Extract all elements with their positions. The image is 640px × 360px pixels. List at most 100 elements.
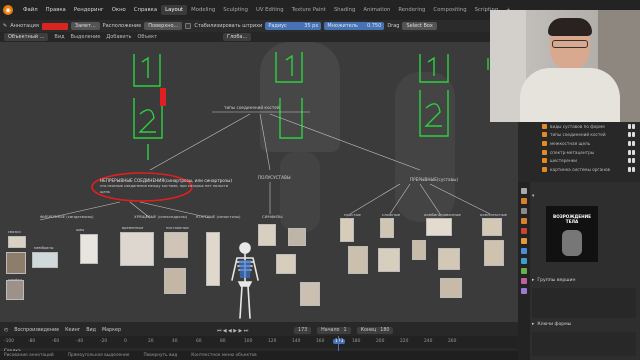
vertex-groups-header[interactable]: ▸ Группы вершин xyxy=(532,278,576,283)
sub-complex: сложные xyxy=(382,212,401,217)
menu-edit[interactable]: Правка xyxy=(42,7,70,13)
image-thumbnail[interactable] xyxy=(378,248,400,272)
outliner-row[interactable]: межкостная щель xyxy=(518,139,640,148)
blender-logo-icon[interactable]: ◉ xyxy=(3,5,13,15)
outliner-row[interactable]: шестеренки xyxy=(518,156,640,165)
image-thumbnail[interactable] xyxy=(6,252,26,274)
sub-complex-2: комплексные xyxy=(480,212,507,217)
radius-slider[interactable]: Радиус 35 px xyxy=(265,22,322,30)
tab-compositing[interactable]: Compositing xyxy=(429,5,470,15)
image-thumbnail[interactable] xyxy=(206,232,220,286)
image-thumbnail[interactable] xyxy=(32,252,58,268)
image-thumbnail[interactable] xyxy=(80,234,98,264)
shape-keys-header[interactable]: ▸ Ключи формы xyxy=(532,322,571,327)
menu-select[interactable]: Выделение xyxy=(71,34,101,40)
object-tab-icon[interactable] xyxy=(521,238,527,244)
image-thumbnail[interactable] xyxy=(300,282,320,306)
timeline-editor-icon[interactable]: ◴ xyxy=(4,328,8,333)
tab-modeling[interactable]: Modeling xyxy=(187,5,219,15)
world-tab-icon[interactable] xyxy=(521,228,527,234)
placement-dropdown[interactable]: Замет... xyxy=(70,22,100,30)
image-thumbnail[interactable] xyxy=(340,218,354,242)
image-thumbnail[interactable] xyxy=(348,246,368,274)
outliner-row[interactable]: виды суставов по форме xyxy=(518,122,640,131)
menu-render[interactable]: Рендеринг xyxy=(70,7,108,13)
timeline-header: ◴ Воспроизведение Кеинг Вид Маркер ⏮ ◀ ◀… xyxy=(0,326,518,335)
image-thumbnail[interactable] xyxy=(288,228,306,246)
skeleton-model[interactable] xyxy=(228,242,262,322)
image-thumbnail[interactable] xyxy=(482,218,502,236)
image-thumbnail[interactable] xyxy=(6,280,24,300)
branch-mid-label: ПОЛУСУСТАВЫ xyxy=(258,175,291,180)
material-tab-icon[interactable] xyxy=(521,278,527,284)
image-thumbnail[interactable] xyxy=(164,268,186,294)
playback-menu[interactable]: Воспроизведение xyxy=(14,328,59,333)
transform-orientation-dropdown[interactable]: Глоба... xyxy=(223,33,252,41)
sub-symphysis: СИМФИЗЫ xyxy=(262,214,283,219)
frame-ruler[interactable]: -100 -80 -60 -40 -20 0 20 40 60 80 100 1… xyxy=(0,336,518,348)
image-thumbnail[interactable] xyxy=(164,232,188,258)
placement-label: Расположение xyxy=(102,23,142,29)
stabilize-label: Стабилизировать штрихи xyxy=(194,23,263,29)
pencil-icon[interactable]: ✎ xyxy=(3,23,7,29)
status-context-menu: Контекстное меню объектов xyxy=(191,353,257,358)
annotation-color-swatch[interactable] xyxy=(41,22,68,30)
menu-object[interactable]: Объект xyxy=(137,34,157,40)
image-thumbnail[interactable] xyxy=(440,278,462,298)
keying-menu[interactable]: Кеинг xyxy=(65,328,80,333)
data-tab-icon[interactable] xyxy=(521,268,527,274)
tool-tab-icon[interactable] xyxy=(521,188,527,194)
render-tab-icon[interactable] xyxy=(521,198,527,204)
menu-view[interactable]: Вид xyxy=(54,34,64,40)
stabilize-checkbox[interactable] xyxy=(185,23,192,29)
properties-panel: ▾ ВОЗРОЖДЕНИЕ ТЕЛА ▸ Группы вершин ▸ Ключи… xyxy=(518,182,640,360)
modifier-tab-icon[interactable] xyxy=(521,248,527,254)
image-thumbnail[interactable] xyxy=(276,254,296,274)
image-thumbnail[interactable] xyxy=(412,240,426,260)
tab-layout[interactable]: Layout xyxy=(161,5,188,15)
sub-simple: простые xyxy=(344,212,361,217)
texture-tab-icon[interactable] xyxy=(521,288,527,294)
menu-add[interactable]: Добавить xyxy=(106,34,131,40)
menu-help[interactable]: Справка xyxy=(130,7,161,13)
start-frame-field[interactable]: Начало 1 xyxy=(317,327,351,334)
outliner-row[interactable]: спектр-метацентры xyxy=(518,148,640,157)
outliner-row[interactable]: картинка системы органов xyxy=(518,165,640,174)
image-thumbnail[interactable] xyxy=(8,236,26,248)
menu-window[interactable]: Окно xyxy=(108,7,130,13)
transport-controls[interactable]: ⏮ ◀ ◀ ▶ ▶ ⏭ xyxy=(217,328,248,334)
panel-expand-icon[interactable]: ▾ xyxy=(532,194,534,199)
image-thumbnail[interactable] xyxy=(438,248,460,270)
surface-dropdown[interactable]: Поверхно... xyxy=(144,22,183,30)
marker-menu[interactable]: Маркер xyxy=(102,328,121,333)
root-title: типы соединений костей xyxy=(224,105,280,110)
tab-rendering[interactable]: Rendering xyxy=(394,5,429,15)
image-thumbnail[interactable] xyxy=(426,218,452,236)
tab-uv-editing[interactable]: UV Editing xyxy=(252,5,288,15)
scene-tab-icon[interactable] xyxy=(521,218,527,224)
menu-file[interactable]: Файл xyxy=(19,7,42,13)
end-frame-field[interactable]: Конец 180 xyxy=(356,327,394,334)
output-tab-icon[interactable] xyxy=(521,208,527,214)
vertex-groups-list[interactable] xyxy=(532,288,636,318)
shape-keys-list[interactable] xyxy=(532,332,636,356)
tab-texture-paint[interactable]: Texture Paint xyxy=(288,5,330,15)
mode-dropdown[interactable]: Объектный ... xyxy=(4,33,49,41)
tab-sculpting[interactable]: Sculpting xyxy=(219,5,252,15)
image-thumbnail[interactable] xyxy=(484,240,504,266)
current-frame-field[interactable]: 173 xyxy=(294,327,312,334)
image-thumbnail[interactable] xyxy=(120,232,154,266)
tab-animation[interactable]: Animation xyxy=(359,5,394,15)
branch-right-label: ПРЕРЫВНЫЕ(суставы) xyxy=(410,177,459,182)
factor-slider[interactable]: Множитель 0.750 xyxy=(324,22,385,30)
outliner-row[interactable]: типы соединений костей xyxy=(518,131,640,140)
tab-shading[interactable]: Shading xyxy=(330,5,360,15)
3d-viewport[interactable]: типы соединений костей НЕПРЕРЫВНЫЕ СОЕДИ… xyxy=(0,42,518,322)
drag-dropdown[interactable]: Select Box xyxy=(402,22,437,30)
status-annotate: Рисование аннотаций xyxy=(4,353,54,358)
physics-tab-icon[interactable] xyxy=(521,258,527,264)
image-thumbnail[interactable] xyxy=(380,218,394,238)
playhead[interactable]: 173 xyxy=(333,339,346,344)
view-menu[interactable]: Вид xyxy=(86,328,96,333)
preview-thumbnail[interactable]: ВОЗРОЖДЕНИЕ ТЕЛА xyxy=(546,206,598,262)
